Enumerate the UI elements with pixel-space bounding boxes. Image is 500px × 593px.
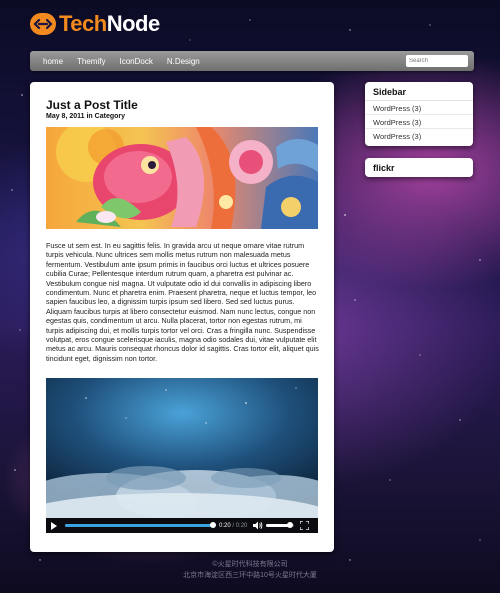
site-footer: ©火星时代科技有限公司 北京市海淀区西三环中路10号火星时代大厦 [0,559,500,581]
main-navigation: home Themify IconDock N.Design [30,51,474,71]
post-card: Just a Post Title May 8, 2011 in Categor… [30,82,334,552]
fullscreen-icon[interactable] [300,521,310,530]
nav-item-home[interactable]: home [36,57,70,66]
sidebar-link[interactable]: WordPress (3) [373,118,421,127]
video-time-separator: / [232,522,235,529]
volume-slider[interactable] [266,522,295,528]
sidebar-link[interactable]: WordPress (3) [373,132,421,141]
post-content: Fusce ut sem est. In eu sagittis felis. … [46,241,319,363]
sidebar-widget: Sidebar WordPress (3) WordPress (3) Word… [365,82,473,146]
site-logo[interactable]: TechNode [30,10,160,38]
post-meta-in: in [86,113,93,120]
video-progress-fill [65,524,213,527]
sidebar-item: WordPress (3) [365,101,473,115]
post-meta: May 8, 2011 in Category [46,113,318,120]
volume-icon[interactable] [253,521,263,530]
video-time: 0:20 / 0:20 [219,523,247,529]
nav-item-icondock[interactable]: IconDock [112,57,159,66]
sidebar-list: WordPress (3) WordPress (3) WordPress (3… [365,101,473,143]
footer-address: 北京市海淀区西三环中路10号火星时代大厦 [183,572,317,579]
sidebar-title: Sidebar [365,82,473,101]
video-current-time: 0:20 [219,522,231,529]
play-icon[interactable] [51,521,57,530]
site-name: TechNode [59,11,160,36]
post-title[interactable]: Just a Post Title [46,98,318,112]
post-category-link[interactable]: Category [95,113,125,120]
footer-copyright: ©火星时代科技有限公司 [212,561,288,568]
flickr-title: flickr [373,163,395,173]
search-input[interactable] [406,55,468,67]
flickr-widget: flickr [365,158,473,177]
sidebar-link[interactable]: WordPress (3) [373,104,421,113]
logo-icon [30,13,56,35]
video-frame [46,378,318,533]
video-controls: 0:20 / 0:20 [46,518,318,533]
volume-handle[interactable] [287,522,294,528]
nav-item-themify[interactable]: Themify [70,57,112,66]
sidebar-item: WordPress (3) [365,115,473,129]
video-progress-handle[interactable] [210,522,216,528]
video-player[interactable]: 0:20 / 0:20 [46,378,318,533]
nav-item-ndesign[interactable]: N.Design [160,57,207,66]
post-date: May 8, 2011 [46,113,85,120]
video-progress-bar[interactable] [65,522,216,528]
post-featured-image [46,127,318,229]
video-duration: 0:20 [235,522,248,529]
sidebar-item: WordPress (3) [365,129,473,143]
